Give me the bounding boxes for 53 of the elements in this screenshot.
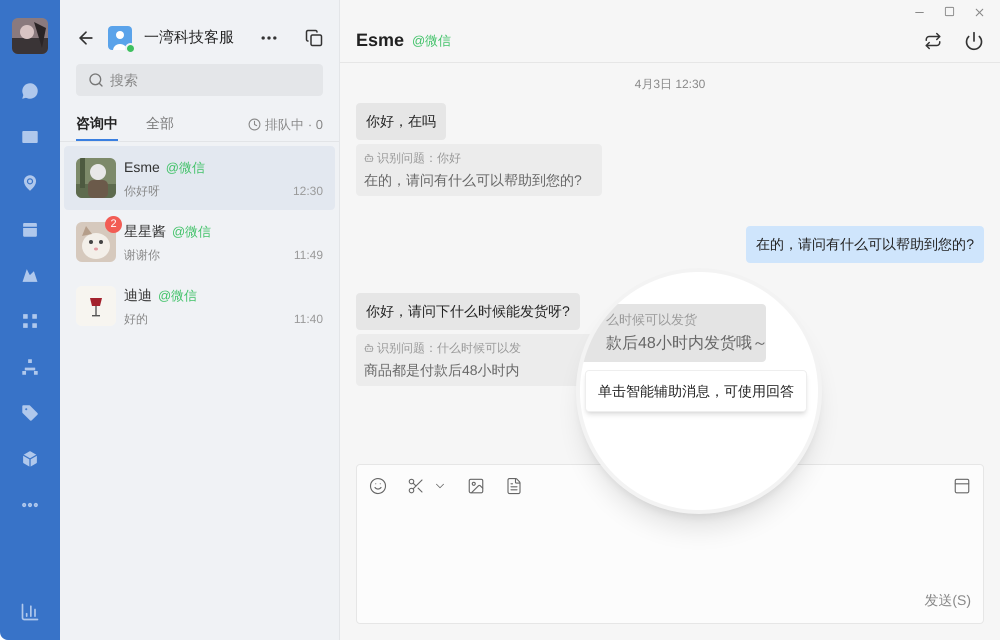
chat-title: Esme	[356, 29, 404, 52]
image-icon[interactable]	[467, 477, 485, 495]
message-bubble: 你好，请问下什么时候能发货呀?	[356, 293, 580, 330]
clock-icon	[248, 118, 262, 131]
search-icon	[88, 72, 104, 88]
avatar-icon	[108, 26, 132, 50]
emoji-icon[interactable]	[369, 477, 387, 495]
scissors-icon[interactable]	[407, 477, 425, 495]
robot-icon	[364, 153, 374, 163]
message-preview: 好的	[124, 310, 148, 328]
channel-label: @微信	[172, 222, 212, 240]
tab[interactable]: 咨询中	[76, 108, 118, 141]
contact-name: Esme	[124, 158, 160, 176]
message-time: 12:30	[292, 182, 323, 200]
quick-reply-icon[interactable]	[953, 477, 971, 495]
date-label: 4月3日 12:30	[634, 76, 706, 93]
message-time: 11:40	[294, 310, 323, 328]
copy-icon[interactable]	[305, 29, 323, 47]
tab[interactable]: 全部	[146, 108, 174, 141]
close-icon[interactable]	[973, 6, 986, 19]
message-bubble: 你好，在吗	[356, 103, 446, 140]
assist-bubble[interactable]: 识别问题：你好 在的，请问有什么可以帮助到您的?	[356, 144, 602, 196]
contact-name: 星星酱	[124, 222, 166, 240]
channel-label: @微信	[158, 286, 198, 304]
conversation-item[interactable]: 2 星星酱 @微信 谢谢你 11:49	[64, 210, 335, 274]
channel-label: @微信	[412, 32, 452, 50]
send-button[interactable]: 发送(S)	[924, 590, 971, 611]
channel-label: @微信	[166, 158, 205, 176]
assist-answer: 在的，请问有什么可以帮助到您的?	[364, 171, 582, 190]
search-field[interactable]: 搜索	[76, 64, 323, 96]
unread-badge: 2	[105, 216, 122, 233]
chart-icon[interactable]	[20, 602, 40, 622]
assist-answer: 商品都是付款后48小时内	[364, 361, 521, 380]
message-preview: 谢谢你	[124, 246, 160, 264]
conversation-item[interactable]: 迪迪 @微信 好的 11:40	[64, 274, 335, 338]
assist-answer: 款后48小时内发货哦～	[606, 334, 766, 354]
transfer-icon[interactable]	[924, 32, 942, 50]
recognized-question: 识别问题：什么时候可以发	[377, 340, 521, 357]
recognized-question: 么时候可以发货	[606, 311, 698, 330]
message-input[interactable]: 发送(S)	[356, 464, 984, 624]
conversation-item[interactable]: Esme @微信 你好呀 12:30	[64, 146, 335, 210]
hint-tooltip: 单击智能辅助消息，可使用回答	[585, 370, 807, 412]
service-title: 一湾科技客服	[144, 28, 234, 48]
power-icon[interactable]	[964, 30, 984, 50]
maximize-icon[interactable]	[944, 6, 955, 17]
message-time: 11:49	[294, 246, 323, 264]
queue-count: 排队中 · 0	[265, 116, 323, 134]
robot-icon	[364, 343, 374, 353]
recognized-question: 识别问题：你好	[377, 150, 461, 167]
message-bubble: 在的，请问有什么可以帮助到您的?	[746, 226, 984, 263]
contact-name: 迪迪	[124, 286, 152, 304]
document-icon[interactable]	[505, 477, 523, 495]
message-preview: 你好呀	[124, 182, 160, 200]
